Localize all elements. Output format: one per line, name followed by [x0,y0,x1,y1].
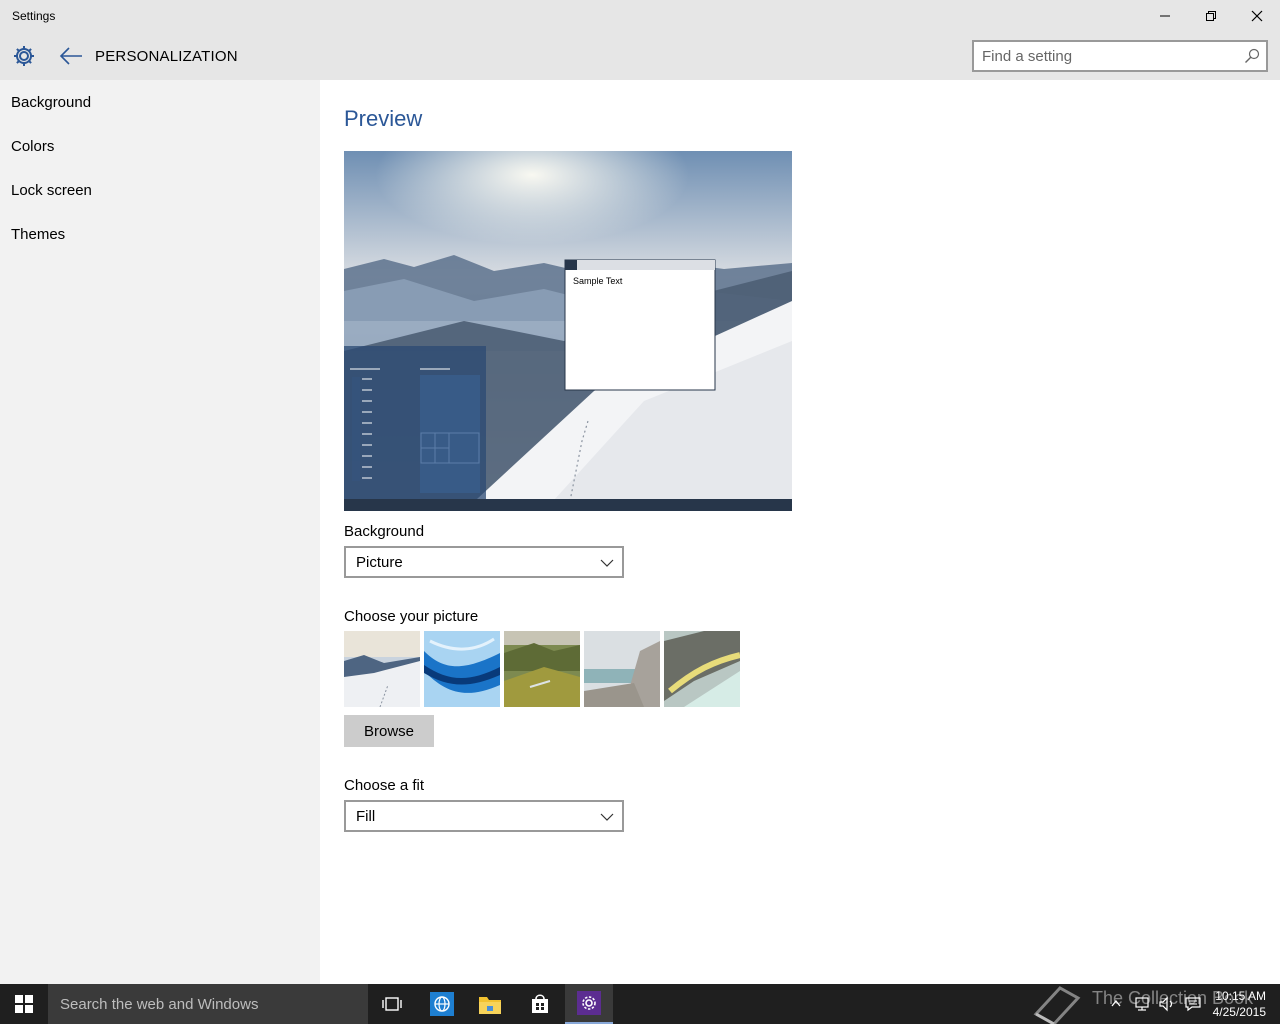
sidebar-item-lock-screen[interactable]: Lock screen [11,182,92,199]
browser-icon [430,992,454,1016]
gear-icon [577,991,601,1015]
close-icon [1251,10,1263,22]
sidebar-item-background[interactable]: Background [11,94,91,111]
taskbar: Search the web and Windows The Collectio… [0,984,1280,1024]
start-button[interactable] [0,984,48,1024]
minimize-icon [1160,15,1170,17]
folder-icon [479,997,501,1014]
restore-button[interactable] [1188,0,1234,32]
windows-logo-icon [15,995,33,1013]
minimize-button[interactable] [1142,0,1188,32]
search-box[interactable] [972,40,1268,72]
sidebar-item-themes[interactable]: Themes [11,226,65,243]
preview-heading: Preview [344,106,423,131]
taskbar-settings-button[interactable] [565,984,613,1024]
task-view-button[interactable] [368,984,416,1024]
background-dropdown-value: Picture [356,554,403,571]
picture-thumbnail[interactable] [664,631,740,707]
sidebar: Background Colors Lock screen Themes [0,80,320,984]
main-content: Preview Sample Text Background Picture C… [320,80,1280,984]
search-input[interactable] [982,46,1232,66]
background-dropdown[interactable]: Picture [344,546,624,578]
chevron-down-icon [600,559,614,567]
picture-thumbnail[interactable] [504,631,580,707]
background-label: Background [344,523,425,540]
search-icon[interactable] [1244,48,1260,64]
volume-icon[interactable] [1158,996,1176,1012]
task-view-icon [382,997,402,1011]
show-hidden-icons-icon[interactable] [1110,998,1122,1008]
book-logo-icon [1033,986,1081,1024]
restore-icon [1206,11,1216,21]
picture-thumbnails [344,631,740,707]
gear-icon[interactable] [12,44,36,68]
chevron-down-icon [600,813,614,821]
title-bar: Settings [0,0,1280,32]
picture-thumbnail[interactable] [424,631,500,707]
clock[interactable]: 10:15 AM 4/25/2015 [1206,988,1266,1020]
page-title: PERSONALIZATION [95,48,238,65]
taskbar-file-explorer-button[interactable] [466,984,514,1024]
choose-picture-label: Choose your picture [344,608,479,625]
picture-thumbnail[interactable] [344,631,420,707]
clock-time: 10:15 AM [1215,989,1266,1003]
action-center-icon[interactable] [1184,996,1202,1012]
fit-dropdown[interactable]: Fill [344,800,624,832]
network-icon[interactable] [1134,996,1152,1012]
desktop-preview: Sample Text [344,151,792,511]
fit-dropdown-value: Fill [356,808,376,825]
sample-text: Sample Text [573,276,623,286]
sidebar-item-colors[interactable]: Colors [11,138,54,155]
taskbar-store-button[interactable] [516,984,564,1024]
store-icon [532,994,548,1013]
clock-date: 4/25/2015 [1212,1005,1266,1019]
back-arrow-icon[interactable] [58,44,84,68]
window-title: Settings [12,9,56,23]
fit-label: Choose a fit [344,777,425,794]
browse-button[interactable]: Browse [344,715,434,747]
taskbar-search-placeholder: Search the web and Windows [60,996,259,1013]
taskbar-browser-button[interactable] [418,984,466,1024]
picture-thumbnail[interactable] [584,631,660,707]
settings-header: PERSONALIZATION [0,32,1280,80]
close-button[interactable] [1234,0,1280,32]
taskbar-search-box[interactable]: Search the web and Windows [48,984,368,1024]
